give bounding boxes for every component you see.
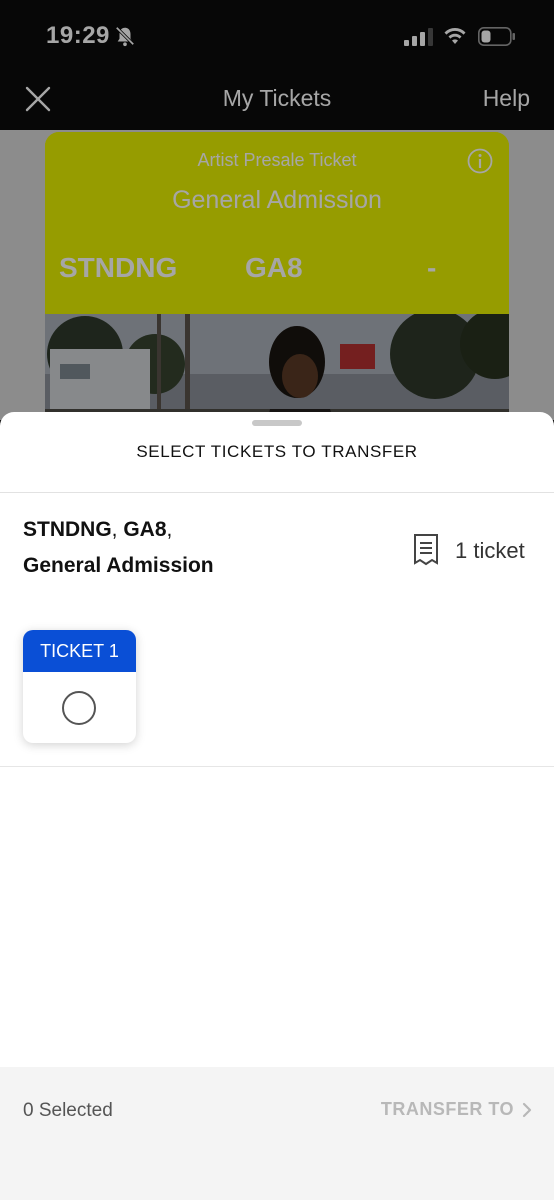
ticket-label: TICKET 1 <box>23 630 136 672</box>
transfer-to-button[interactable]: TRANSFER TO <box>381 1099 532 1120</box>
divider <box>0 766 554 767</box>
divider <box>0 492 554 493</box>
chevron-right-icon <box>522 1103 532 1118</box>
seat-location: STNDNG, GA8, <box>23 518 173 541</box>
admission-type: General Admission <box>23 554 214 577</box>
row-name: GA8 <box>123 518 167 541</box>
modal-overlay[interactable] <box>0 0 554 420</box>
ticket-count-icon <box>414 534 438 566</box>
section-name: STNDNG <box>23 518 112 541</box>
ticket-radio-button[interactable] <box>62 691 96 725</box>
transfer-to-label: TRANSFER TO <box>380 1099 514 1119</box>
ticket-count: 1 ticket <box>455 538 525 563</box>
sheet-footer: 0 Selected TRANSFER TO <box>0 1067 554 1200</box>
transfer-sheet: SELECT TICKETS TO TRANSFER STNDNG, GA8, … <box>0 412 554 1200</box>
selected-count: 0 Selected <box>23 1100 113 1121</box>
sheet-title: SELECT TICKETS TO TRANSFER <box>136 442 418 461</box>
sheet-grabber[interactable] <box>252 420 302 426</box>
ticket-select-card[interactable]: TICKET 1 <box>23 630 136 743</box>
